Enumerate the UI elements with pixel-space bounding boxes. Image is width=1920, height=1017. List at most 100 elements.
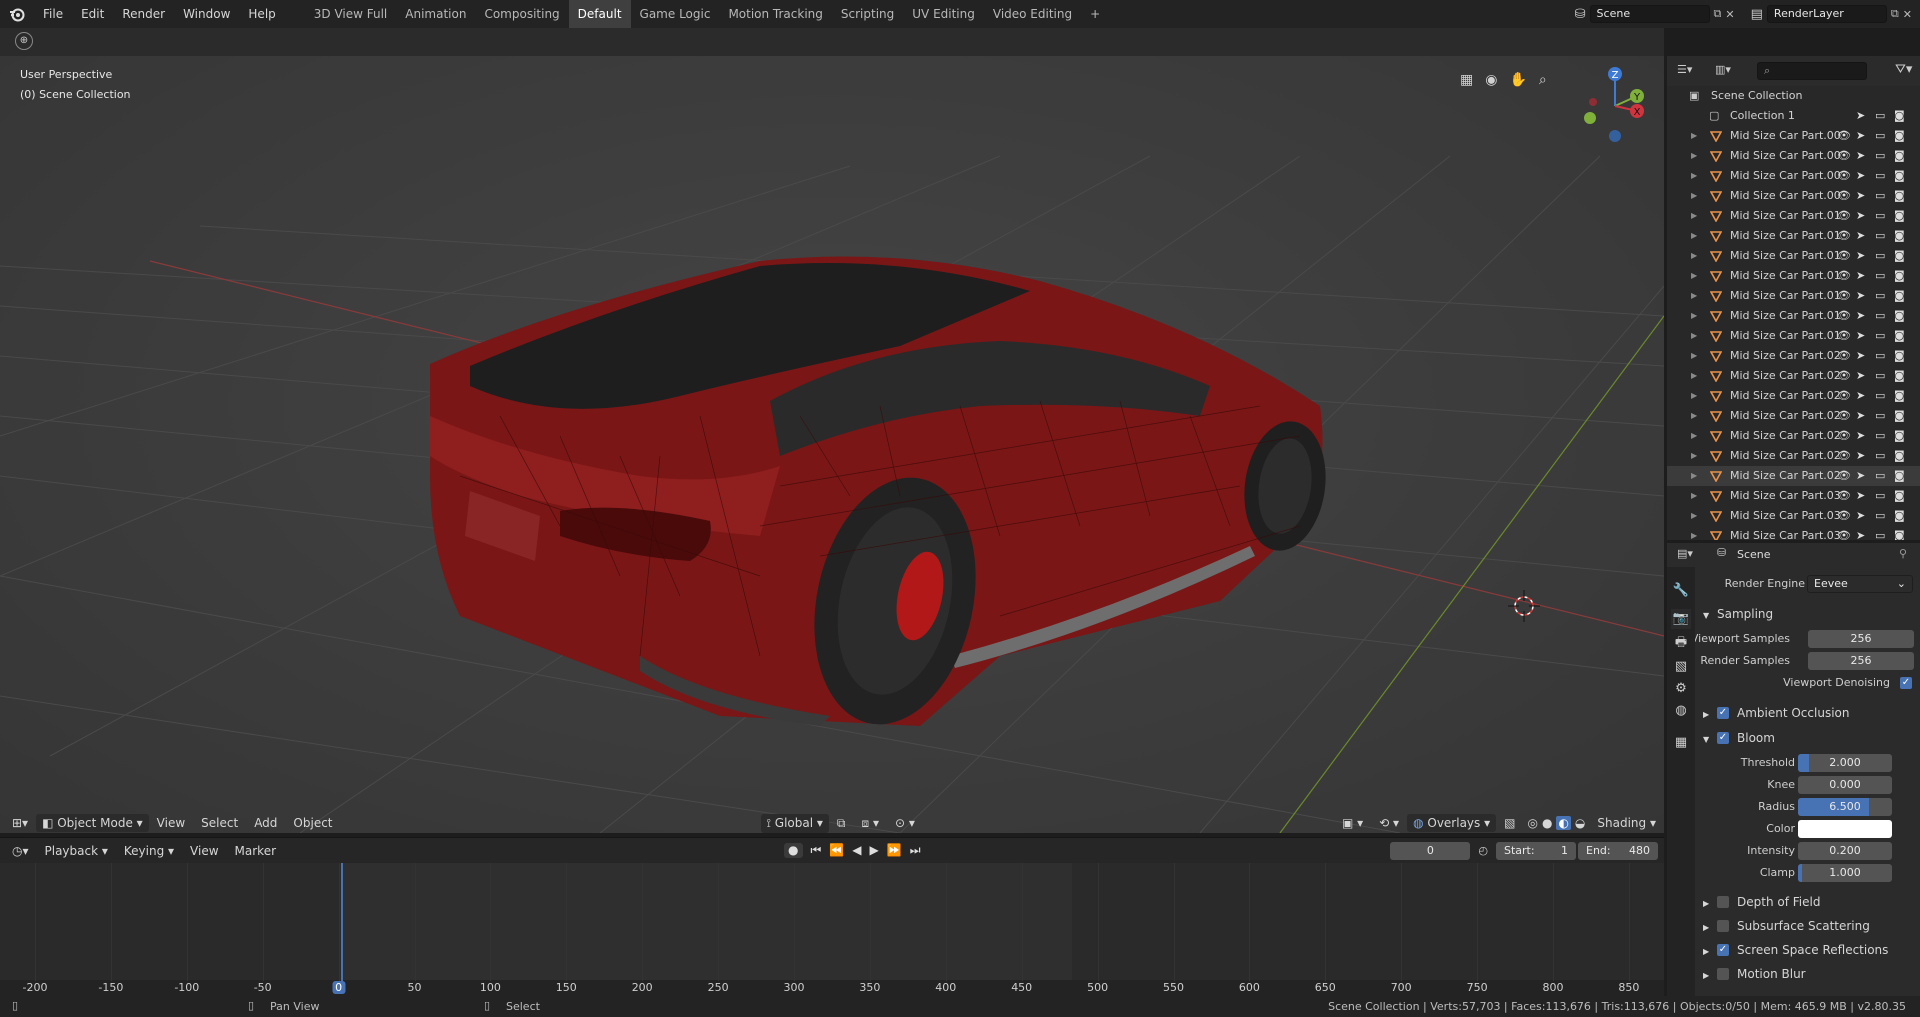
outliner-collection[interactable]: ▢ Collection 1 ➤ ▭ ◙ [1667,106,1920,126]
camera-view-icon[interactable]: ◉ [1485,72,1497,88]
expand-arrow-icon[interactable]: ▶ [1691,446,1697,466]
selectable-icon[interactable]: ➤ [1856,346,1868,362]
add-menu[interactable]: Add [246,816,285,830]
expand-arrow-icon[interactable]: ▶ [1691,126,1697,146]
next-keyframe-icon[interactable]: ⏩ [887,843,902,858]
selectable-icon[interactable]: ➤ [1856,146,1868,162]
viewport-samples-field[interactable]: 256 [1808,630,1914,648]
proportional-edit-icon[interactable]: ⊙ ▾ [887,816,923,830]
outliner-item[interactable]: ▶ Mid Size Car Part.03 👁 ➤ ▭ ◙ [1667,486,1920,506]
selectable-icon[interactable]: ➤ [1856,206,1868,222]
expand-arrow-icon[interactable]: ▶ [1691,286,1697,306]
record-icon[interactable]: ● [784,843,803,858]
pan-hand-icon[interactable]: ✋ [1509,72,1526,88]
view-layer-selector[interactable]: ▤ RenderLayer ⧉ ✕ [1751,5,1912,23]
viewport-denoising-checkbox[interactable]: ✓ [1900,677,1912,689]
render-samples-field[interactable]: 256 [1808,652,1914,670]
outliner-item[interactable]: ▶ Mid Size Car Part.01 👁 ➤ ▭ ◙ [1667,286,1920,306]
jump-end-icon[interactable]: ⏭ [910,843,921,858]
view-layer-field[interactable]: RenderLayer [1766,5,1887,23]
keying-menu[interactable]: Keying ▾ [116,844,182,858]
expand-arrow-icon[interactable]: ▶ [1691,326,1697,346]
object-mode-dropdown[interactable]: ◧ Object Mode ▾ [36,814,149,832]
menu-render[interactable]: Render [113,0,174,28]
visibility-eye-icon[interactable]: 👁 [1837,346,1851,362]
expand-arrow-icon[interactable]: ▶ [1691,506,1697,526]
outliner-item[interactable]: ▶ Mid Size Car Part.03 👁 ➤ ▭ ◙ [1667,526,1920,540]
visibility-eye-icon[interactable]: 👁 [1837,526,1851,540]
playback-menu[interactable]: Playback ▾ [37,844,116,858]
selectable-icon[interactable]: ➤ [1856,106,1868,122]
viewport-toggle-icon[interactable]: ▭ [1875,506,1887,522]
viewport-toggle-icon[interactable]: ▭ [1875,366,1887,382]
motion-blur-panel[interactable]: ▶ Motion Blur [1695,963,1920,985]
toggle-projection-icon[interactable]: ▦ [1460,72,1473,88]
outliner-editor-icon[interactable]: ☰▾ [1677,63,1692,76]
select-menu[interactable]: Select [193,816,246,830]
scene-field[interactable]: Scene [1589,5,1710,23]
playhead[interactable] [341,863,343,981]
render-toggle-icon[interactable]: ◙ [1894,346,1906,362]
preview-range-icon[interactable]: ◴ [1478,844,1488,857]
ssr-checkbox[interactable]: ✓ [1717,944,1729,956]
filter-icon[interactable]: ⛛▾ [1895,62,1912,77]
expand-arrow-icon[interactable]: ▶ [1691,486,1697,506]
object-menu[interactable]: Object [285,816,340,830]
outliner[interactable]: ▣ Scene Collection ▢ Collection 1 ➤ ▭ ◙ … [1667,86,1920,540]
viewport-toggle-icon[interactable]: ▭ [1875,466,1887,482]
timeline-area[interactable]: -200 -150 -100 -50 0 50 100 150 200 250 300 350 400 4… [0,863,1664,996]
selectable-icon[interactable]: ➤ [1856,406,1868,422]
outliner-item[interactable]: ▶ Mid Size Car Part.01 👁 ➤ ▭ ◙ [1667,306,1920,326]
prev-keyframe-icon[interactable]: ⏪ [829,843,844,858]
visibility-eye-icon[interactable]: 👁 [1837,386,1851,402]
viewport-toggle-icon[interactable]: ▭ [1875,246,1887,262]
visibility-eye-icon[interactable]: 👁 [1837,226,1851,242]
render-toggle-icon[interactable]: ◙ [1894,486,1906,502]
expand-arrow-icon[interactable]: ▶ [1691,346,1697,366]
solid-shading-icon[interactable]: ● [1542,816,1552,830]
selectable-icon[interactable]: ➤ [1856,486,1868,502]
xray-icon[interactable]: ▧ [1496,816,1523,830]
viewport-toggle-icon[interactable]: ▭ [1875,286,1887,302]
knee-slider[interactable]: 0.000 [1798,776,1892,794]
visibility-eye-icon[interactable]: 👁 [1837,466,1851,482]
texture-tab-icon[interactable]: ▦ [1671,733,1691,753]
workspace-tab-scripting[interactable]: Scripting [832,0,903,28]
visibility-eye-icon[interactable]: 👁 [1837,266,1851,282]
delete-view-layer-icon[interactable]: ✕ [1903,8,1912,21]
expand-arrow-icon[interactable]: ▶ [1691,466,1697,486]
depth-of-field-checkbox[interactable] [1717,896,1729,908]
selectable-icon[interactable]: ➤ [1856,326,1868,342]
wireframe-shading-icon[interactable]: ◎ [1527,816,1537,830]
selectable-icon[interactable]: ➤ [1856,466,1868,482]
visibility-eye-icon[interactable]: 👁 [1837,426,1851,442]
workspace-tab-compositing[interactable]: Compositing [475,0,568,28]
render-toggle-icon[interactable]: ◙ [1894,226,1906,242]
world-tab-icon[interactable]: ◍ [1671,701,1691,721]
visibility-eye-icon[interactable]: 👁 [1837,186,1851,202]
viewport-toggle-icon[interactable]: ▭ [1875,486,1887,502]
render-toggle-icon[interactable]: ◙ [1894,126,1906,142]
selectable-icon[interactable]: ➤ [1856,166,1868,182]
viewport-toggle-icon[interactable]: ▭ [1875,206,1887,222]
viewport-toggle-icon[interactable]: ▭ [1875,166,1887,182]
render-toggle-icon[interactable]: ◙ [1894,106,1906,122]
render-toggle-icon[interactable]: ◙ [1894,506,1906,522]
jump-start-icon[interactable]: ⏮ [811,843,822,858]
end-frame-field[interactable]: End: 480 [1578,841,1658,860]
tool-tab-icon[interactable]: 🔧 [1671,581,1691,601]
play-icon[interactable]: ▶ [870,843,879,858]
workspace-tab-animation[interactable]: Animation [396,0,475,28]
outliner-item[interactable]: ▶ Mid Size Car Part.02 👁 ➤ ▭ ◙ [1667,406,1920,426]
selectable-icon[interactable]: ➤ [1856,286,1868,302]
visibility-eye-icon[interactable]: 👁 [1837,326,1851,342]
scene-tab-icon[interactable]: ⚙ [1671,679,1691,699]
render-tab-icon[interactable]: 📷 [1671,609,1691,629]
object-visibility-icon[interactable]: ▣ ▾ [1334,816,1371,830]
marker-menu[interactable]: Marker [227,844,284,858]
render-toggle-icon[interactable]: ◙ [1894,166,1906,182]
expand-arrow-icon[interactable]: ▶ [1691,226,1697,246]
workspace-tab-default[interactable]: Default [568,0,631,28]
expand-arrow-icon[interactable]: ▶ [1691,266,1697,286]
render-toggle-icon[interactable]: ◙ [1894,446,1906,462]
